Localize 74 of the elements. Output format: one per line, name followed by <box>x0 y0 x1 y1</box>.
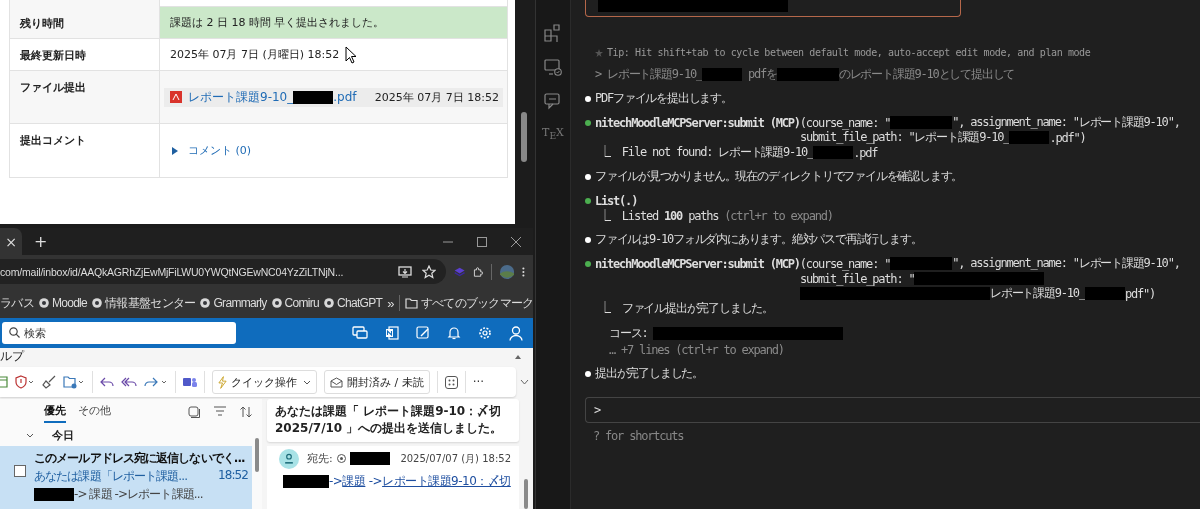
status-text: 課題は 2 日 18 時間 早く提出されました。 <box>170 15 385 30</box>
all-bookmarks-button[interactable]: すべてのブックマーク <box>404 294 533 312</box>
bookmark[interactable]: ラバス <box>0 294 34 312</box>
bookmark[interactable]: Grammarly <box>200 296 267 310</box>
terminal-text: のレポート課題9-10として提出して <box>838 66 1015 83</box>
terminal-text: ", assignment_name: "レポート課題9-10", <box>952 255 1180 272</box>
message-item[interactable]: このメールアドレス宛に返信しないでく... あなたは課題「レポート課題... 18:52 -> 課題 ->レポート課題... <box>0 446 252 509</box>
comments-link[interactable]: コメント (0) <box>188 143 252 158</box>
row-label: ファイル提出 <box>20 81 86 94</box>
terminal-text: (course_name: " <box>799 115 891 130</box>
prompt-input-field[interactable]: > <box>585 397 1200 423</box>
terminal-text: nitechMoodleMCPServer:submit (MCP) <box>595 256 800 271</box>
terminal-text: ファイルが見つかりません。現在のディレクトリでファイルを確認します。 <box>595 168 963 185</box>
terminal-text: pdf") <box>1124 286 1156 301</box>
inbox-tab[interactable]: 優先 <box>44 400 66 423</box>
tex-button[interactable]: T$_{E}$X <box>542 126 564 142</box>
new-tab-button[interactable]: + <box>34 232 48 251</box>
terminal-text: .pdf") <box>1049 130 1086 145</box>
browser-tab[interactable]: × <box>0 228 22 255</box>
terminal-text: submit_file_path: " <box>800 271 915 286</box>
terminal-text: ⎿ Listed <box>599 208 659 223</box>
terminal-text: List(.) <box>595 193 638 208</box>
message-time: 18:52 <box>217 468 248 484</box>
ribbon-tab[interactable]: ルプ <box>0 348 24 365</box>
row-label: 最終更新日時 <box>20 49 86 62</box>
inbox-tab[interactable]: その他 <box>78 400 111 423</box>
terminal-text: ⎿ ファイル提出が完了しました。 <box>599 300 774 317</box>
terminal-text: (course_name: " <box>799 256 891 271</box>
address-bar[interactable]: com/mail/inbox/id/AAQkAGRhZjEwMjFiLWU0YWQtNGEwNC04YzZiLTNjN... <box>0 259 446 284</box>
email-subject: あなたは課題「 レポート課題9-10：〆切 2025/7/10 」への提出を送信しました。 <box>275 404 503 436</box>
terminal-text: paths <box>687 208 719 223</box>
more-button[interactable]: ··· <box>472 375 485 389</box>
date-text: 2025年 07月 7日 (月曜日) 18:52 <box>170 47 340 62</box>
breadcrumb-separator: -> <box>367 474 383 489</box>
quick-action-button[interactable]: クイック操作 <box>212 370 317 394</box>
tab-close-button[interactable]: × <box>5 233 17 250</box>
tip-text: Tip: Hit shift+tab to cycle between default mode, auto-accept edit mode, and plan mode <box>607 47 1091 58</box>
terminal-text: レポート課題9-10_ <box>990 285 1085 302</box>
terminal-text: 提出が完了しました。 <box>595 365 703 382</box>
terminal-text: .pdf <box>853 145 878 160</box>
message-subject: あなたは課題「レポート課題... <box>34 468 188 485</box>
bookmark[interactable]: ChatGPT <box>324 296 383 310</box>
group-label: 今日 <box>52 427 74 443</box>
terminal-text: ファイルは9-10フォルダ内にあります。絶対パスで再試行します。 <box>595 231 922 248</box>
to-label: 宛先: <box>307 451 333 467</box>
row-label: 提出コメント <box>20 134 86 147</box>
breadcrumb-link[interactable]: 課題 <box>342 472 366 490</box>
terminal-text: コース: <box>609 325 649 342</box>
terminal-text: ⎿ File not found: レポート課題9-10_ <box>599 144 814 161</box>
breadcrumb-separator: -> <box>329 474 343 489</box>
file-date: 2025年 07月 7日 18:52 <box>373 89 499 105</box>
row-label: 残り時間 <box>20 17 64 30</box>
terminal-text: > レポート課題9-10_ <box>595 66 702 83</box>
bookmark[interactable]: 情報基盤センター <box>92 294 196 312</box>
terminal-text: nitechMoodleMCPServer:submit (MCP) <box>595 115 800 130</box>
terminal-text: (ctrl+r to expand) <box>723 208 833 223</box>
terminal-text: PDFファイルを提出します。 <box>595 90 732 107</box>
mark-read-unread-button[interactable]: 開封済み / 未読 <box>324 370 430 394</box>
file-link[interactable]: レポート課題9-10_ <box>188 88 294 106</box>
file-link[interactable]: .pdf <box>333 90 357 104</box>
email-date: 2025/07/07 (月) 18:52 <box>400 451 511 466</box>
message-preview: -> 課題 ->レポート課題... <box>74 486 203 503</box>
message-sender: このメールアドレス宛に返信しないでく... <box>34 450 246 467</box>
terminal-text: pdfを <box>747 66 777 83</box>
terminal-text: submit_file_path: "レポート課題9-10_ <box>800 130 1010 146</box>
shortcut-hint: ? for shortcuts <box>593 429 684 443</box>
search-field[interactable]: 検索 <box>2 322 236 344</box>
terminal-text: … +7 lines (ctrl+r to expand) <box>609 342 784 357</box>
bookmark[interactable]: Moodle <box>38 296 88 310</box>
terminal-text: 100 <box>664 208 683 223</box>
breadcrumb-link[interactable]: レポート課題9-10：〆切 <box>382 472 511 490</box>
more-bookmarks-button[interactable]: » <box>387 295 394 311</box>
terminal-text: ", assignment_name: "レポート課題9-10", <box>952 114 1180 131</box>
bookmark[interactable]: Comiru <box>271 296 319 310</box>
